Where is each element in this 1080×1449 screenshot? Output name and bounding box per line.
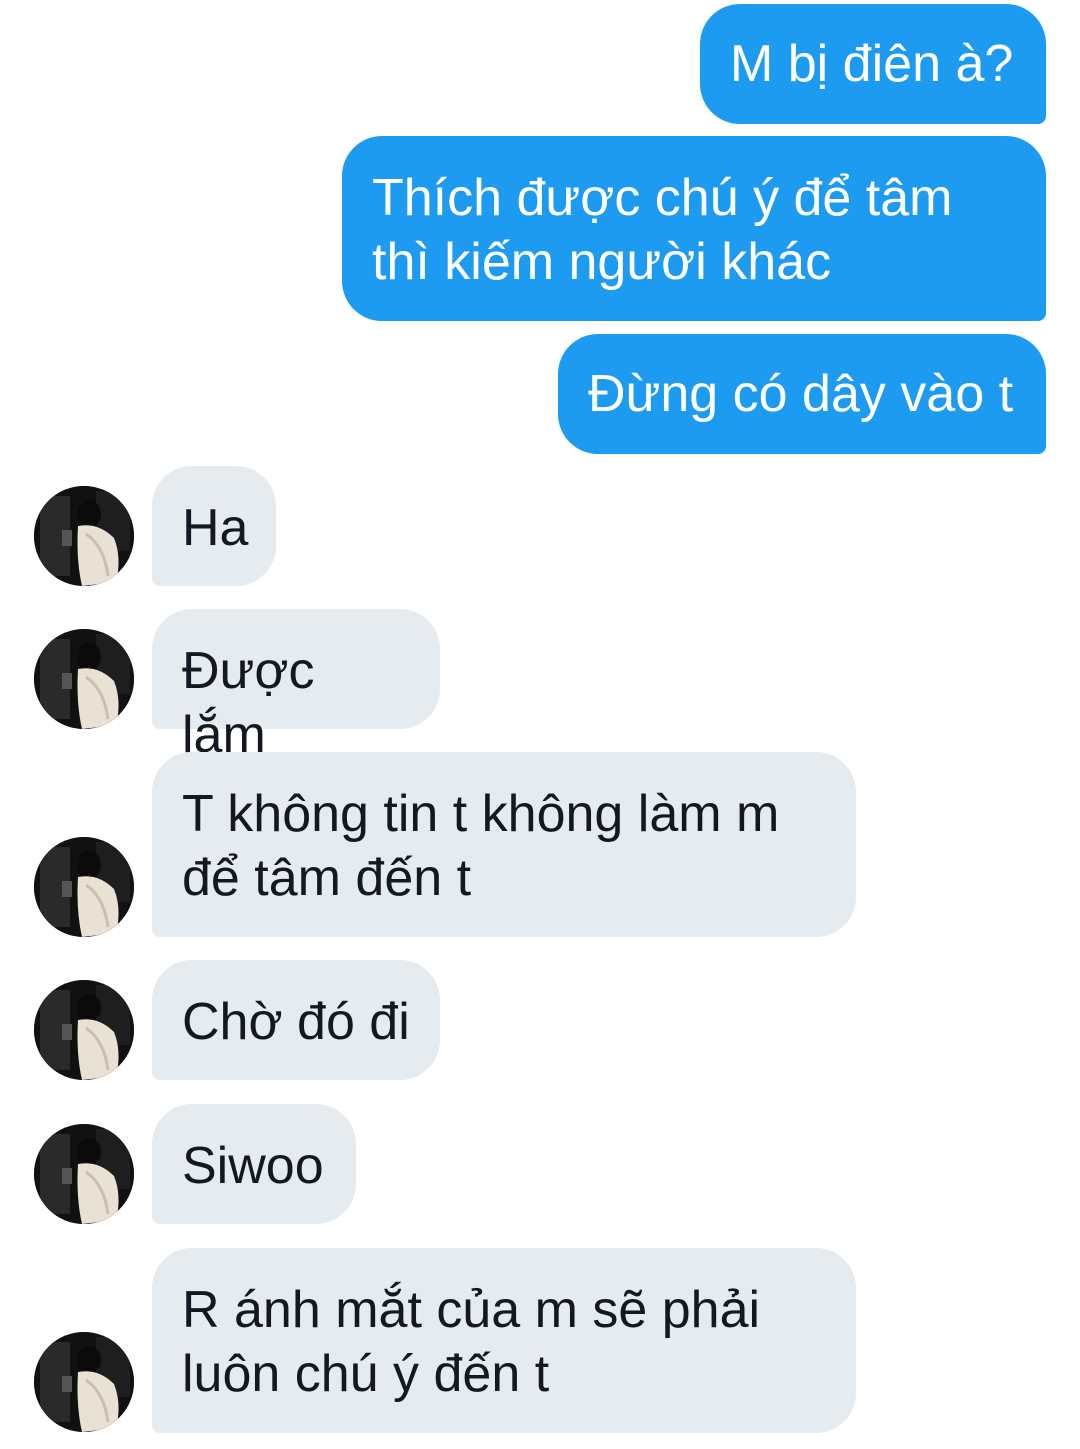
sent-message-bubble[interactable]: Thích được chú ý để tâm thì kiếm người k… (342, 136, 1046, 321)
contact-photo-avatar-icon (34, 629, 134, 729)
contact-avatar[interactable] (34, 1332, 134, 1432)
contact-photo-avatar-icon (34, 980, 134, 1080)
received-message-bubble[interactable]: Chờ đó đi (152, 960, 440, 1080)
contact-avatar[interactable] (34, 629, 134, 729)
contact-avatar[interactable] (34, 486, 134, 586)
received-message-bubble[interactable]: Được lắm (152, 609, 440, 764)
received-message-bubble[interactable]: T không tin t không làm m để tâm đến t (152, 752, 856, 937)
received-message-bubble[interactable]: R ánh mắt của m sẽ phải luôn chú ý đến t (152, 1248, 856, 1433)
received-message-bubble[interactable]: Siwoo (152, 1104, 356, 1224)
received-message-bubble[interactable]: Ha (152, 466, 276, 586)
contact-photo-avatar-icon (34, 486, 134, 586)
contact-avatar[interactable] (34, 837, 134, 937)
contact-avatar[interactable] (34, 1124, 134, 1224)
contact-avatar[interactable] (34, 980, 134, 1080)
contact-photo-avatar-icon (34, 837, 134, 937)
sent-message-bubble[interactable]: M bị điên à? (700, 4, 1046, 124)
contact-photo-avatar-icon (34, 1332, 134, 1432)
sent-message-bubble[interactable]: Đừng có dây vào t (558, 334, 1046, 454)
contact-photo-avatar-icon (34, 1124, 134, 1224)
